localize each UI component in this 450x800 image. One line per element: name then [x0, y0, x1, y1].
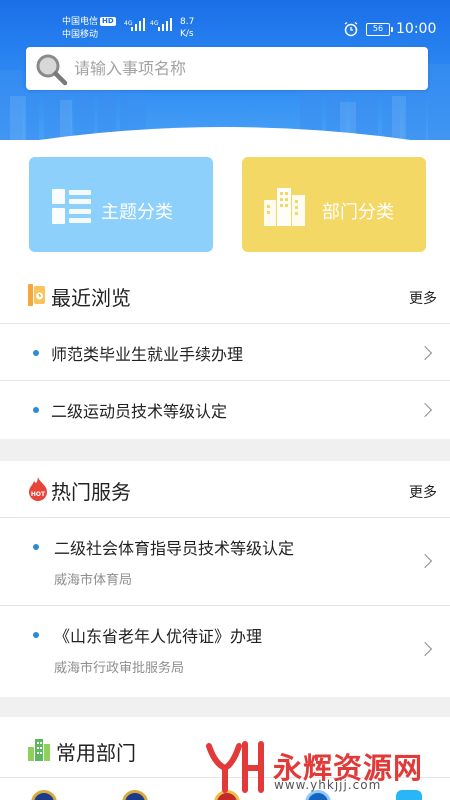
department-emblem-icon[interactable] [122, 790, 148, 800]
list-item[interactable]: 二级运动员技术等级认定 [0, 381, 450, 438]
network-speed: 8.7 K/s [180, 16, 194, 40]
search-icon [36, 54, 68, 86]
list-item-department: 威海市行政审批服务局 [54, 661, 185, 676]
battery-level: 56 [372, 24, 384, 33]
list-item[interactable]: 师范类毕业生就业手续办理 [0, 324, 450, 381]
hot-fire-icon: HOT [29, 477, 47, 501]
department-category-button[interactable]: 部门分类 [242, 157, 426, 252]
status-bar: 中国电信 HD 中国移动 4G 4G 8.7 K/s 56 10:00 [0, 0, 450, 44]
hot-services-more-link[interactable]: 更多 [409, 482, 437, 502]
theme-category-button[interactable]: 主题分类 [29, 157, 213, 252]
category-cards: 主题分类 部门分类 [0, 140, 450, 267]
common-departments-title: 常用部门 [56, 741, 136, 765]
hd-badge: HD [100, 17, 116, 26]
recent-more-link[interactable]: 更多 [409, 288, 437, 308]
department-emblem-icon[interactable] [31, 790, 57, 800]
speed-value: 8.7 [180, 17, 195, 27]
list-item-title: 《山东省老年人优待证》办理 [54, 627, 263, 646]
signal-2-icon [158, 18, 172, 31]
list-grid-icon [52, 189, 91, 224]
recent-title: 最近浏览 [51, 286, 131, 310]
hot-badge: HOT [31, 491, 46, 498]
search-input[interactable] [74, 47, 414, 90]
recent-header: 最近浏览 更多 [0, 267, 450, 324]
list-item-title: 二级社会体育指导员技术等级认定 [54, 539, 295, 558]
watermark-logo-icon [206, 741, 264, 793]
carrier-info: 中国电信 HD 中国移动 [62, 16, 116, 42]
list-item-title: 二级运动员技术等级认定 [51, 402, 228, 421]
bullet-dot [33, 350, 39, 356]
hot-services-title: 热门服务 [51, 480, 131, 504]
chevron-right-icon [417, 402, 433, 418]
bullet-dot [33, 407, 39, 413]
hot-services-section: HOT 热门服务 更多 二级社会体育指导员技术等级认定 威海市体育局 《山东省老… [0, 461, 450, 697]
chevron-right-icon [417, 345, 433, 361]
bullet-dot [33, 632, 39, 638]
list-item[interactable]: 二级社会体育指导员技术等级认定 威海市体育局 [0, 518, 450, 606]
carrier-2-label: 中国移动 [62, 30, 99, 40]
hot-services-header: HOT 热门服务 更多 [0, 461, 450, 518]
status-time: 10:00 [396, 21, 437, 37]
recent-history-icon [28, 284, 45, 306]
speed-unit: K/s [180, 29, 194, 39]
bullet-dot [33, 544, 39, 550]
signal-1-icon [131, 18, 145, 31]
list-item-title: 师范类毕业生就业手续办理 [51, 345, 244, 364]
chevron-right-icon [417, 641, 433, 657]
recent-section: 最近浏览 更多 师范类毕业生就业手续办理 二级运动员技术等级认定 [0, 267, 450, 439]
chevron-right-icon [417, 553, 433, 569]
search-bar[interactable] [26, 47, 428, 90]
list-item[interactable]: 《山东省老年人优待证》办理 威海市行政审批服务局 [0, 606, 450, 696]
list-item-department: 威海市体育局 [54, 573, 133, 588]
buildings-icon [264, 188, 305, 226]
watermark-url: www.yhkjjj.com [274, 778, 382, 792]
buildings-icon [28, 739, 50, 761]
alarm-clock-icon [344, 21, 358, 37]
department-category-label: 部门分类 [322, 202, 394, 223]
department-app-icon[interactable] [396, 790, 422, 800]
carrier-1-label: 中国电信 [62, 17, 99, 27]
theme-category-label: 主题分类 [101, 202, 173, 223]
battery-indicator: 56 [366, 23, 393, 36]
